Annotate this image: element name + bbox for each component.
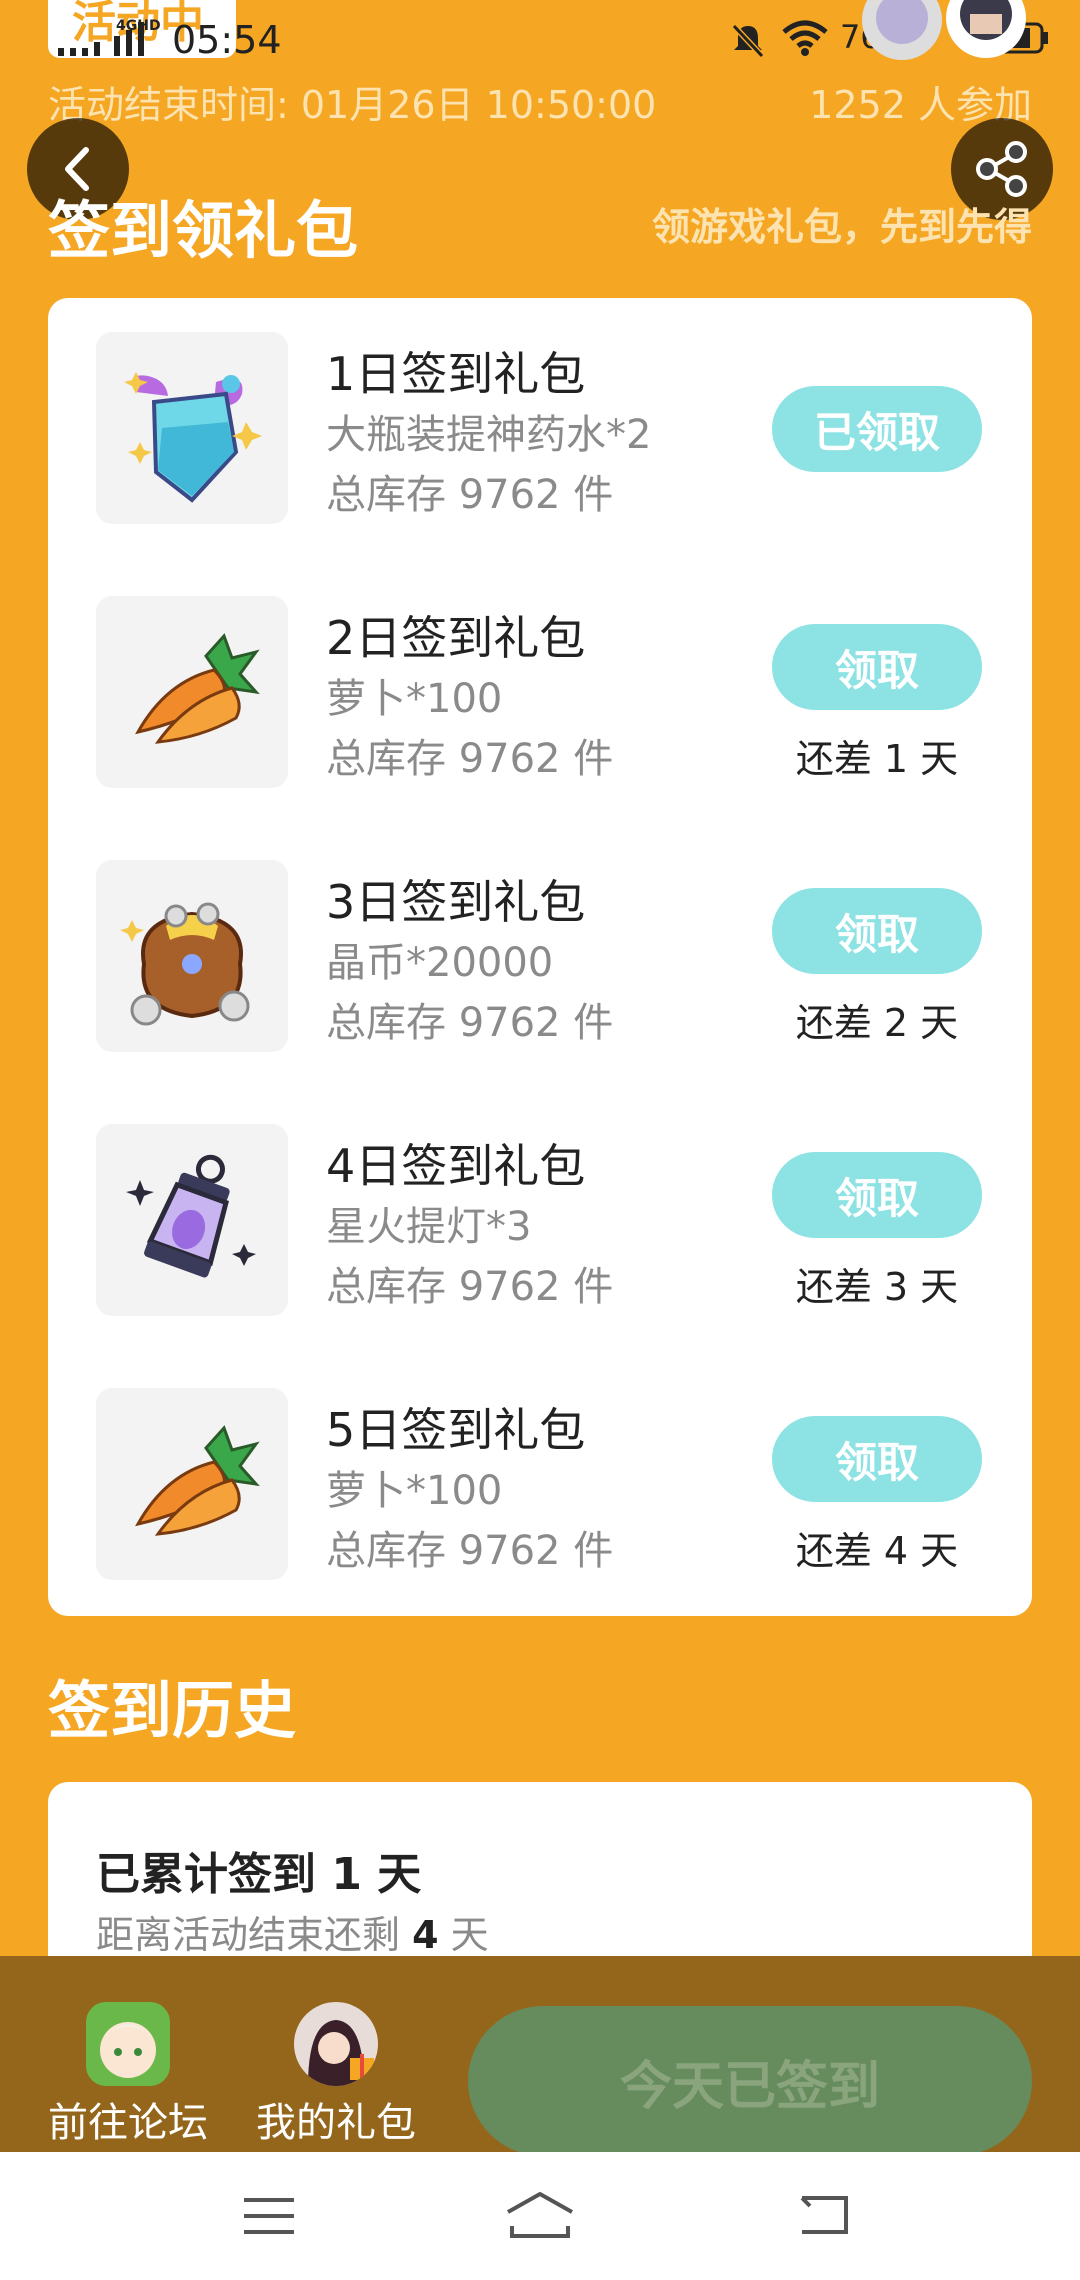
gift-stock: 总库存 9762 件	[326, 1264, 614, 1310]
claim-button[interactable]: 领取	[772, 1416, 982, 1502]
gift-item: 晶币*20000	[326, 940, 554, 986]
gift-item: 萝卜*100	[326, 1468, 503, 1514]
gift-row-day-2: 2日签到礼包 萝卜*100 总库存 9762 件 领取 还差 1 天	[48, 562, 1032, 826]
history-section-title: 签到历史	[48, 1674, 297, 1747]
forum-game-icon	[86, 2002, 170, 2086]
share-icon	[976, 141, 1027, 197]
gift-stock: 总库存 9762 件	[326, 1528, 614, 1574]
my-gifts-tab[interactable]: 我的礼包	[236, 1956, 436, 2152]
activity-end-time: 活动结束时间: 01月26日 10:50:00	[48, 83, 657, 127]
days-remaining: 还差 2 天	[795, 1001, 959, 1045]
gift-item: 星火提灯*3	[326, 1204, 532, 1250]
claim-button[interactable]: 领取	[772, 624, 982, 710]
wifi-icon	[782, 20, 828, 56]
gift-row-day-4: 4日签到礼包 星火提灯*3 总库存 9762 件 领取 还差 3 天	[48, 1090, 1032, 1354]
lantern-icon	[96, 1124, 288, 1316]
status-bar: 活动中 4GHD 05:54 76	[0, 0, 1080, 70]
gift-list: 1日签到礼包 大瓶装提神药水*2 总库存 9762 件 已领取 2日签到礼包 萝…	[48, 298, 1032, 1616]
signin-section-title: 签到领礼包	[48, 194, 359, 267]
gift-title: 3日签到礼包	[326, 875, 586, 929]
gift-title: 1日签到礼包	[326, 347, 586, 401]
signed-in-today-button[interactable]: 今天已签到	[468, 2006, 1032, 2156]
days-remaining: 还差 4 天	[795, 1529, 959, 1573]
signin-section-slogan: 领游戏礼包，先到先得	[651, 205, 1032, 249]
gift-stock: 总库存 9762 件	[326, 1000, 614, 1046]
status-time: 05:54	[172, 18, 282, 62]
claim-button[interactable]: 领取	[772, 888, 982, 974]
gift-row-day-3: 3日签到礼包 晶币*20000 总库存 9762 件 领取 还差 2 天	[48, 826, 1032, 1090]
gift-item: 萝卜*100	[326, 676, 503, 722]
participant-avatars	[862, 0, 1026, 60]
home-icon[interactable]	[504, 2190, 576, 2240]
menu-icon[interactable]	[242, 2196, 296, 2236]
gift-row-day-5: 5日签到礼包 萝卜*100 总库存 9762 件 领取 还差 4 天	[48, 1354, 1032, 1618]
gift-stock: 总库存 9762 件	[326, 736, 614, 782]
bottom-action-bar: 前往论坛 我的礼包 今天已签到	[0, 1956, 1080, 2156]
days-remaining: 还差 3 天	[795, 1265, 959, 1309]
history-card: 已累计签到 1 天 距离活动结束还剩 4 天	[48, 1782, 1032, 1982]
total-signin-days: 已累计签到 1 天	[96, 1849, 422, 1900]
gift-title: 5日签到礼包	[326, 1403, 586, 1457]
activity-days-remaining: 距离活动结束还剩 4 天	[96, 1913, 489, 1957]
gift-title: 4日签到礼包	[326, 1139, 586, 1193]
gift-row-day-1: 1日签到礼包 大瓶装提神药水*2 总库存 9762 件 已领取	[48, 298, 1032, 562]
mute-bell-icon	[731, 23, 765, 59]
back-nav-icon[interactable]	[796, 2192, 852, 2238]
my-gifts-avatar-icon	[294, 2002, 378, 2086]
gift-stock: 总库存 9762 件	[326, 472, 614, 518]
gift-item: 大瓶装提神药水*2	[326, 412, 652, 458]
claim-button[interactable]: 领取	[772, 1152, 982, 1238]
claimed-button[interactable]: 已领取	[772, 386, 982, 472]
carrot-icon	[96, 1388, 288, 1580]
potion-icon	[96, 332, 288, 524]
system-nav-bar	[0, 2152, 1080, 2280]
signal-icon: 4GHD	[58, 18, 161, 56]
days-remaining: 还差 1 天	[795, 737, 959, 781]
carrot-icon	[96, 596, 288, 788]
coin-bag-icon	[96, 860, 288, 1052]
forum-tab[interactable]: 前往论坛	[28, 1956, 228, 2152]
gift-title: 2日签到礼包	[326, 611, 586, 665]
